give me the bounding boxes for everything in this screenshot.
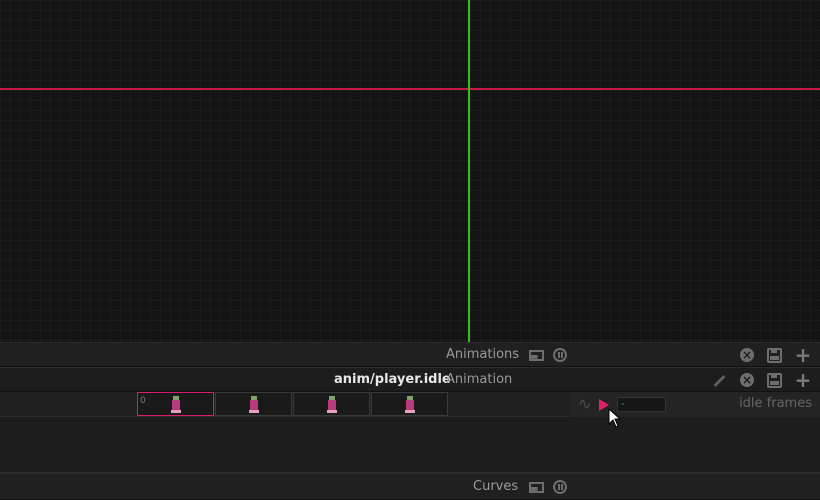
player-sprite [249, 396, 259, 414]
mouse-cursor-icon [608, 408, 622, 428]
frame-number: 0 [140, 396, 146, 406]
close-icon[interactable]: × [739, 372, 755, 388]
loop-icon[interactable]: ∿ [578, 396, 594, 412]
pause-icon[interactable] [552, 479, 568, 495]
frame-thumbnail[interactable] [371, 392, 448, 416]
player-sprite [171, 396, 181, 414]
frame-thumbnail[interactable] [293, 392, 370, 416]
y-axis-line [468, 0, 470, 342]
curves-panel-header: Curves [0, 473, 820, 500]
close-icon[interactable]: × [739, 347, 755, 363]
animation-name[interactable]: anim/player.idle [334, 372, 451, 387]
panel-toggle-icon[interactable] [528, 347, 544, 363]
add-icon[interactable]: + [795, 345, 812, 365]
curves-panel-title: Curves [473, 479, 519, 494]
frame-field[interactable] [617, 397, 666, 412]
player-sprite [405, 396, 415, 414]
pencil-icon[interactable] [711, 373, 727, 389]
animation-header-title: Animation [446, 372, 513, 387]
pause-icon[interactable] [552, 347, 568, 363]
add-icon[interactable]: + [795, 370, 812, 390]
frame-thumbnail[interactable]: 0 [137, 392, 214, 416]
animations-panel-title: Animations [446, 347, 520, 362]
player-sprite [327, 396, 337, 414]
save-icon[interactable] [766, 372, 782, 388]
frame-thumbnail[interactable] [215, 392, 292, 416]
frame-strip: 0 [137, 392, 449, 418]
animation-header: anim/player.idle Animation × + [0, 367, 820, 392]
x-axis-line [0, 88, 820, 90]
strip-name: idle frames [739, 396, 812, 411]
panel-toggle-icon[interactable] [528, 479, 544, 495]
scene-viewport[interactable] [0, 0, 820, 342]
animations-panel-header: Animations × + [0, 342, 820, 367]
save-icon[interactable] [766, 347, 782, 363]
